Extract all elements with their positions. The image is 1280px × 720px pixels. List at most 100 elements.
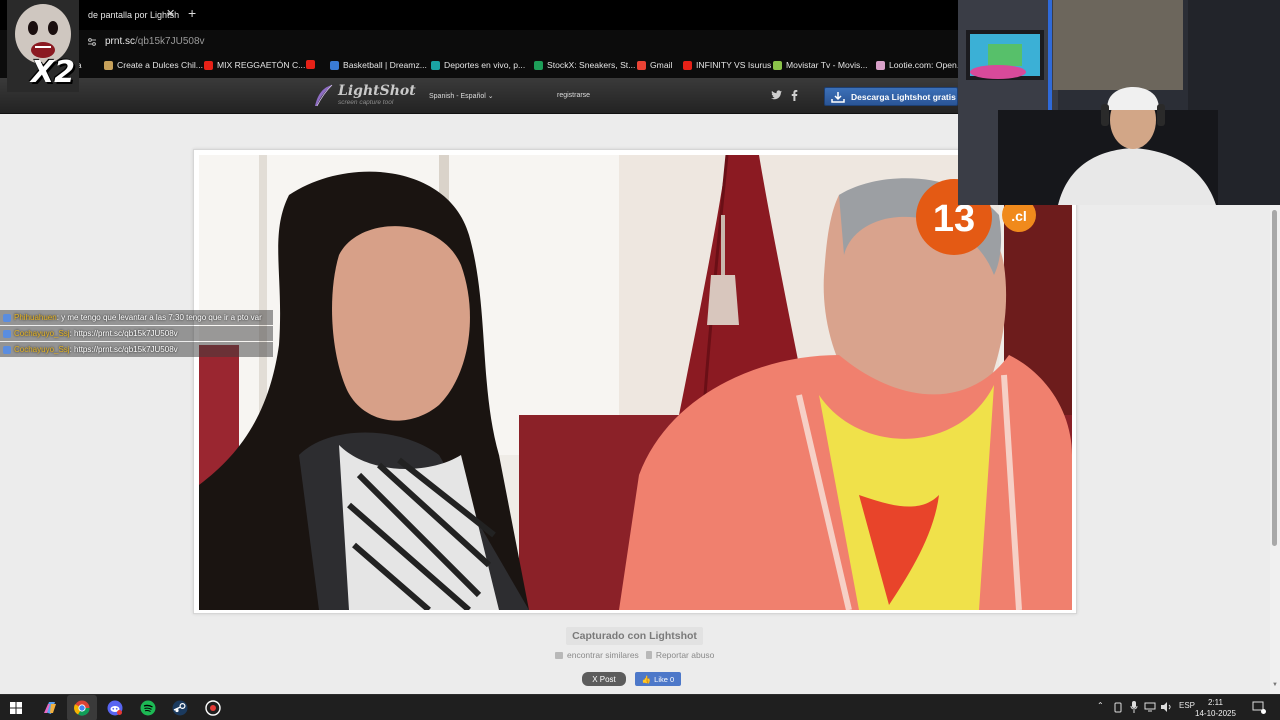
bookmark-item[interactable] [306, 60, 319, 69]
stream-chat-overlay: Phihuahuen: y me tengo que levantar a la… [0, 310, 273, 358]
site-settings-icon[interactable] [87, 37, 97, 47]
scrollbar-thumb[interactable] [1272, 210, 1277, 546]
chat-text: : https://prnt.sc/qb15k7JU508v [69, 329, 178, 338]
image-action-links: encontrar similares Reportar abuso [555, 650, 714, 660]
show-hidden-icons-chevron-icon[interactable]: ⌃ [1097, 701, 1104, 710]
report-abuse-label: Reportar abuso [655, 650, 715, 660]
download-icon [831, 92, 845, 103]
register-link[interactable]: registrarse [557, 92, 590, 99]
bookmark-favicon-icon [104, 60, 113, 70]
url-host: prnt.sc [105, 36, 136, 47]
facebook-like-label: Like 0 [654, 674, 675, 684]
bookmark-label: StockX: Sneakers, St... [547, 60, 636, 70]
chat-badge-icon [3, 313, 11, 322]
feather-icon [315, 84, 333, 107]
notifications-icon[interactable] [1252, 701, 1266, 714]
emote-multiplier: X2 [31, 55, 76, 90]
thumbs-up-icon: 👍 [641, 674, 652, 684]
volume-icon[interactable] [1160, 702, 1172, 712]
windows-taskbar: ⌃ ESP 2:11 14-10-2025 [0, 694, 1280, 720]
bookmark-item[interactable]: INFINITY VS Isurus [683, 60, 771, 70]
language-selector[interactable]: Spanish - Español ⌄ [429, 92, 494, 100]
bookmark-item[interactable]: Gmail [637, 60, 672, 70]
chat-username: Phihuahuen [14, 313, 57, 322]
spotify-icon[interactable] [139, 699, 157, 717]
windows-start-icon[interactable] [7, 699, 25, 717]
find-similar-link[interactable]: encontrar similares [555, 650, 639, 660]
webcam-feed [958, 0, 1280, 205]
bookmark-label: Deportes en vivo, p... [444, 60, 526, 70]
captured-with-lightshot-label: Capturado con Lightshot [566, 627, 703, 645]
scroll-down-arrow-icon[interactable]: ▼ [1272, 682, 1278, 688]
bookmark-item[interactable]: MIX REGGAETÓN C... [204, 60, 305, 70]
streamer-webcam-overlay [958, 0, 1280, 205]
chat-text: : y me tengo que levantar a las 7:30 ten… [56, 313, 262, 322]
system-clock[interactable]: 2:11 14-10-2025 [1195, 697, 1236, 719]
chrome-icon[interactable] [73, 699, 91, 717]
bookmark-label: Movistar Tv - Movis... [786, 60, 868, 70]
clock-time: 2:11 [1207, 698, 1223, 707]
bookmark-label: Gmail [650, 60, 673, 70]
facebook-like-button[interactable]: 👍 Like 0 [635, 672, 681, 686]
language-label: Spanish - Español [429, 93, 486, 100]
screenshot-frame: 13 .cl [193, 149, 1077, 614]
bookmark-favicon-icon [683, 60, 692, 70]
bookmark-item[interactable]: Basketball | Dreamz... [330, 60, 427, 70]
twitter-icon[interactable] [771, 90, 782, 100]
lightshot-logo[interactable]: LightShot screen capture tool [312, 84, 416, 108]
bookmark-favicon-icon [330, 60, 339, 70]
bookmark-favicon-icon [306, 60, 315, 69]
bookmark-label: Lootie.com: Open... [889, 60, 964, 70]
bookmark-favicon-icon [204, 60, 213, 70]
bookmark-item[interactable]: StockX: Sneakers, St... [534, 60, 635, 70]
report-abuse-link[interactable]: Reportar abuso [645, 650, 715, 660]
bookmark-label: Basketball | Dreamz... [343, 60, 427, 70]
steam-icon[interactable] [171, 699, 189, 717]
input-language-indicator[interactable]: ESP [1179, 701, 1195, 710]
bookmark-favicon-icon [637, 60, 646, 70]
lightshot-tagline: screen capture tool [338, 99, 394, 106]
bookmark-favicon-icon [431, 60, 440, 70]
copilot-icon[interactable] [41, 699, 59, 717]
chat-badge-icon [3, 345, 11, 354]
chat-username: Cochayuyo_Ssj [14, 345, 70, 354]
new-tab-button[interactable]: + [188, 5, 196, 21]
bookmark-label: INFINITY VS Isurus [696, 60, 772, 70]
discord-icon[interactable] [106, 699, 124, 717]
bookmark-label: Create a Dulces Chil... [117, 60, 203, 70]
bookmark-item[interactable]: Lootie.com: Open... [876, 60, 964, 70]
bookmark-favicon-icon [534, 60, 543, 70]
tab-close-icon[interactable]: ✕ [166, 7, 175, 20]
bookmark-item[interactable]: Movistar Tv - Movis... [773, 60, 868, 70]
chat-username: Cochayuyo_Ssj [14, 329, 70, 338]
screen: de pantalla por Lightsh ✕ + prnt.sc/qb15… [0, 0, 1280, 720]
shared-screenshot-image[interactable]: 13 .cl [199, 155, 1072, 610]
recording-app-icon[interactable] [204, 699, 222, 717]
bookmark-favicon-icon [876, 60, 885, 70]
chevron-down-icon: ⌄ [487, 93, 494, 100]
device-icon[interactable] [1113, 702, 1123, 713]
emote-overlay: X2 [7, 0, 79, 92]
bookmark-favicon-icon [773, 60, 782, 70]
network-icon[interactable] [1144, 702, 1156, 712]
download-label: Descarga Lightshot gratis [851, 91, 956, 102]
url-text[interactable]: prnt.sc/qb15k7JU508v [105, 36, 205, 47]
social-links [771, 90, 798, 101]
lightshot-brand: LightShot [338, 83, 416, 99]
microphone-icon[interactable] [1130, 701, 1138, 713]
x-post-button[interactable]: X Post [582, 672, 626, 686]
bookmark-item[interactable]: Create a Dulces Chil... [104, 60, 203, 70]
download-lightshot-button[interactable]: Descarga Lightshot gratis [824, 87, 958, 106]
url-path: /qb15k7JU508v [135, 36, 205, 47]
report-icon [645, 651, 652, 659]
bookmark-label: MIX REGGAETÓN C... [217, 60, 306, 70]
screenshot-picture: 13 .cl [199, 155, 1072, 610]
channel-logo-suffix: .cl [1011, 208, 1027, 224]
camera-icon [555, 651, 563, 659]
facebook-icon[interactable] [791, 90, 798, 101]
chat-message: Cochayuyo_Ssj: https://prnt.sc/qb15k7JU5… [0, 342, 273, 357]
bookmark-item[interactable]: Deportes en vivo, p... [431, 60, 525, 70]
chat-message: Cochayuyo_Ssj: https://prnt.sc/qb15k7JU5… [0, 326, 273, 341]
chat-message: Phihuahuen: y me tengo que levantar a la… [0, 310, 273, 325]
chat-badge-icon [3, 329, 11, 338]
